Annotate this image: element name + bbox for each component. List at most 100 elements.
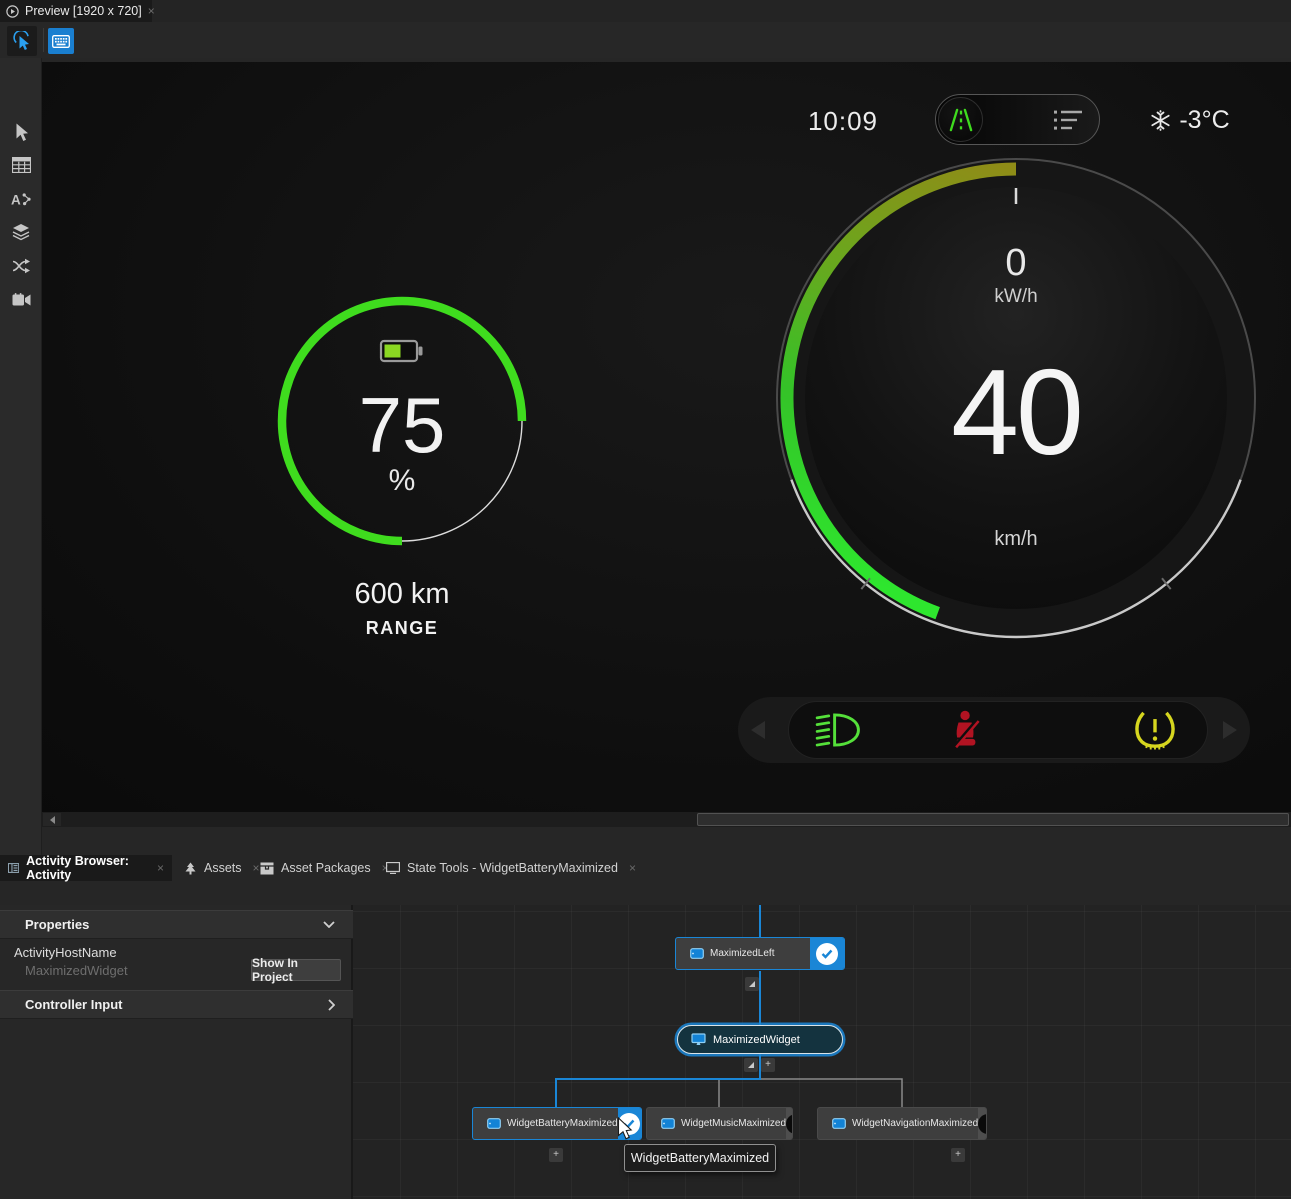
low-beam-icon <box>815 713 862 748</box>
controller-input-section-header[interactable]: Controller Input <box>0 990 353 1019</box>
bottom-tab-bar: Activity Browser: Activity × Assets × As… <box>0 855 1291 905</box>
properties-section-header[interactable]: Properties <box>0 910 353 939</box>
table-icon <box>12 157 31 173</box>
power-value: 0 <box>976 242 1056 285</box>
range-value: 600 km <box>302 578 502 611</box>
node-label: MaximizedWidget <box>713 1034 800 1046</box>
corner-arrow-icon <box>747 1061 755 1069</box>
tool-sidebar: A <box>0 58 42 855</box>
node-widget-music-maximized[interactable]: WidgetMusicMaximized <box>646 1107 793 1140</box>
scroll-left-arrow-icon <box>50 816 55 824</box>
hscrollbar-thumb[interactable] <box>697 813 1289 826</box>
tab-close-icon[interactable]: × <box>157 861 164 875</box>
telltale-prev-arrow[interactable] <box>751 721 765 739</box>
collapse-branch-button[interactable] <box>745 977 759 991</box>
touch-select-button[interactable] <box>7 26 37 56</box>
plus-icon: + <box>955 1150 961 1160</box>
battery-percent-unit: % <box>362 464 442 498</box>
layers-icon <box>12 223 30 241</box>
assets-tree-icon <box>184 862 197 875</box>
kanzi-studio-window: Preview [1920 x 720] × <box>0 0 1291 1199</box>
play-circle-icon <box>6 5 19 18</box>
scroll-left-button[interactable] <box>43 813 61 826</box>
tab-label: Assets <box>204 861 242 875</box>
speed-unit: km/h <box>966 528 1066 551</box>
battery-icon <box>381 341 423 361</box>
tab-asset-packages[interactable]: Asset Packages × <box>252 855 397 881</box>
preview-toolbar <box>0 22 1291 58</box>
node-tooltip: WidgetBatteryMaximized <box>624 1144 776 1172</box>
svg-text:A: A <box>11 192 21 207</box>
activity-browser-icon <box>8 862 19 874</box>
pointer-icon <box>13 123 30 142</box>
node-label: MaximizedLeft <box>710 948 774 959</box>
widget-icon <box>690 948 704 959</box>
preview-tab-close-icon[interactable]: × <box>148 5 155 17</box>
node-state-toggle[interactable] <box>810 938 844 969</box>
asset-packages-icon <box>260 862 274 875</box>
preview-hscrollbar <box>42 812 1291 827</box>
tab-activity-browser[interactable]: Activity Browser: Activity × <box>0 855 172 881</box>
plus-icon: + <box>553 1150 559 1160</box>
table-tool-button[interactable] <box>11 155 31 175</box>
plus-icon: + <box>765 1060 771 1070</box>
camera-tool-button[interactable] <box>11 290 31 310</box>
video-camera-icon <box>12 293 31 307</box>
telltale-next-arrow[interactable] <box>1223 721 1237 739</box>
activity-host-name-label: ActivityHostName <box>14 945 117 960</box>
collapse-branch-button[interactable] <box>744 1058 758 1072</box>
tire-pressure-warning-icon <box>1134 711 1176 750</box>
layers-tool-button[interactable] <box>11 222 31 242</box>
telltale-bar <box>738 697 1250 763</box>
tab-label: Asset Packages <box>281 861 371 875</box>
node-state-toggle[interactable] <box>978 1108 987 1139</box>
text-binding-icon: A <box>11 191 31 208</box>
speed-value: 40 <box>896 342 1136 482</box>
preview-tab-label: Preview [1920 x 720] <box>25 4 142 18</box>
node-label: WidgetBatteryMaximized <box>507 1118 618 1129</box>
widget-icon <box>832 1118 846 1129</box>
controller-input-title: Controller Input <box>25 997 123 1012</box>
show-in-project-button[interactable]: Show In Project <box>251 959 341 981</box>
node-maximized-widget[interactable]: MaximizedWidget <box>677 1025 843 1054</box>
unselected-circle-icon <box>786 1114 793 1134</box>
preview-tab-strip: Preview [1920 x 720] × <box>0 0 1291 22</box>
properties-panel: Properties ActivityHostName MaximizedWid… <box>0 905 353 1199</box>
battery-percent-value: 75 <box>322 380 482 471</box>
power-unit: kW/h <box>966 286 1066 308</box>
activity-host-name-value: MaximizedWidget <box>25 963 128 978</box>
check-circle-icon <box>816 943 838 965</box>
corner-arrow-icon <box>748 980 756 988</box>
add-state-button[interactable]: + <box>951 1148 965 1162</box>
add-state-button[interactable]: + <box>549 1148 563 1162</box>
node-widget-navigation-maximized[interactable]: WidgetNavigationMaximized <box>817 1107 987 1140</box>
preview-canvas[interactable]: 10:09 <box>42 62 1291 812</box>
tab-label: Activity Browser: Activity <box>26 854 146 882</box>
state-tools-icon <box>386 862 400 874</box>
monitor-icon <box>691 1033 706 1046</box>
node-label: WidgetMusicMaximized <box>681 1118 786 1129</box>
tab-state-tools[interactable]: State Tools - WidgetBatteryMaximized × <box>378 855 644 881</box>
tab-close-icon[interactable]: × <box>629 861 636 875</box>
chevron-right-icon <box>328 999 335 1011</box>
touch-cursor-icon <box>12 31 32 51</box>
node-state-toggle[interactable] <box>786 1108 793 1139</box>
text-tool-button[interactable]: A <box>11 189 31 209</box>
widget-icon <box>487 1118 501 1129</box>
shuffle-icon <box>12 258 31 274</box>
state-graph-canvas[interactable]: MaximizedLeft MaximizedWidget + <box>353 905 1291 1199</box>
unselected-circle-icon <box>978 1114 987 1134</box>
seatbelt-warning-icon <box>951 710 981 750</box>
range-label: RANGE <box>322 618 482 639</box>
node-maximized-left[interactable]: MaximizedLeft <box>675 937 845 970</box>
pointer-tool-button[interactable] <box>11 122 31 142</box>
preview-tab[interactable]: Preview [1920 x 720] × <box>0 0 152 22</box>
add-state-button[interactable]: + <box>761 1058 775 1072</box>
virtual-keyboard-button[interactable] <box>48 28 74 54</box>
tab-label: State Tools - WidgetBatteryMaximized <box>407 861 618 875</box>
keyboard-icon <box>52 35 70 48</box>
properties-title: Properties <box>25 917 89 932</box>
connections-tool-button[interactable] <box>11 256 31 276</box>
widget-icon <box>661 1118 675 1129</box>
node-label: WidgetNavigationMaximized <box>852 1118 978 1129</box>
